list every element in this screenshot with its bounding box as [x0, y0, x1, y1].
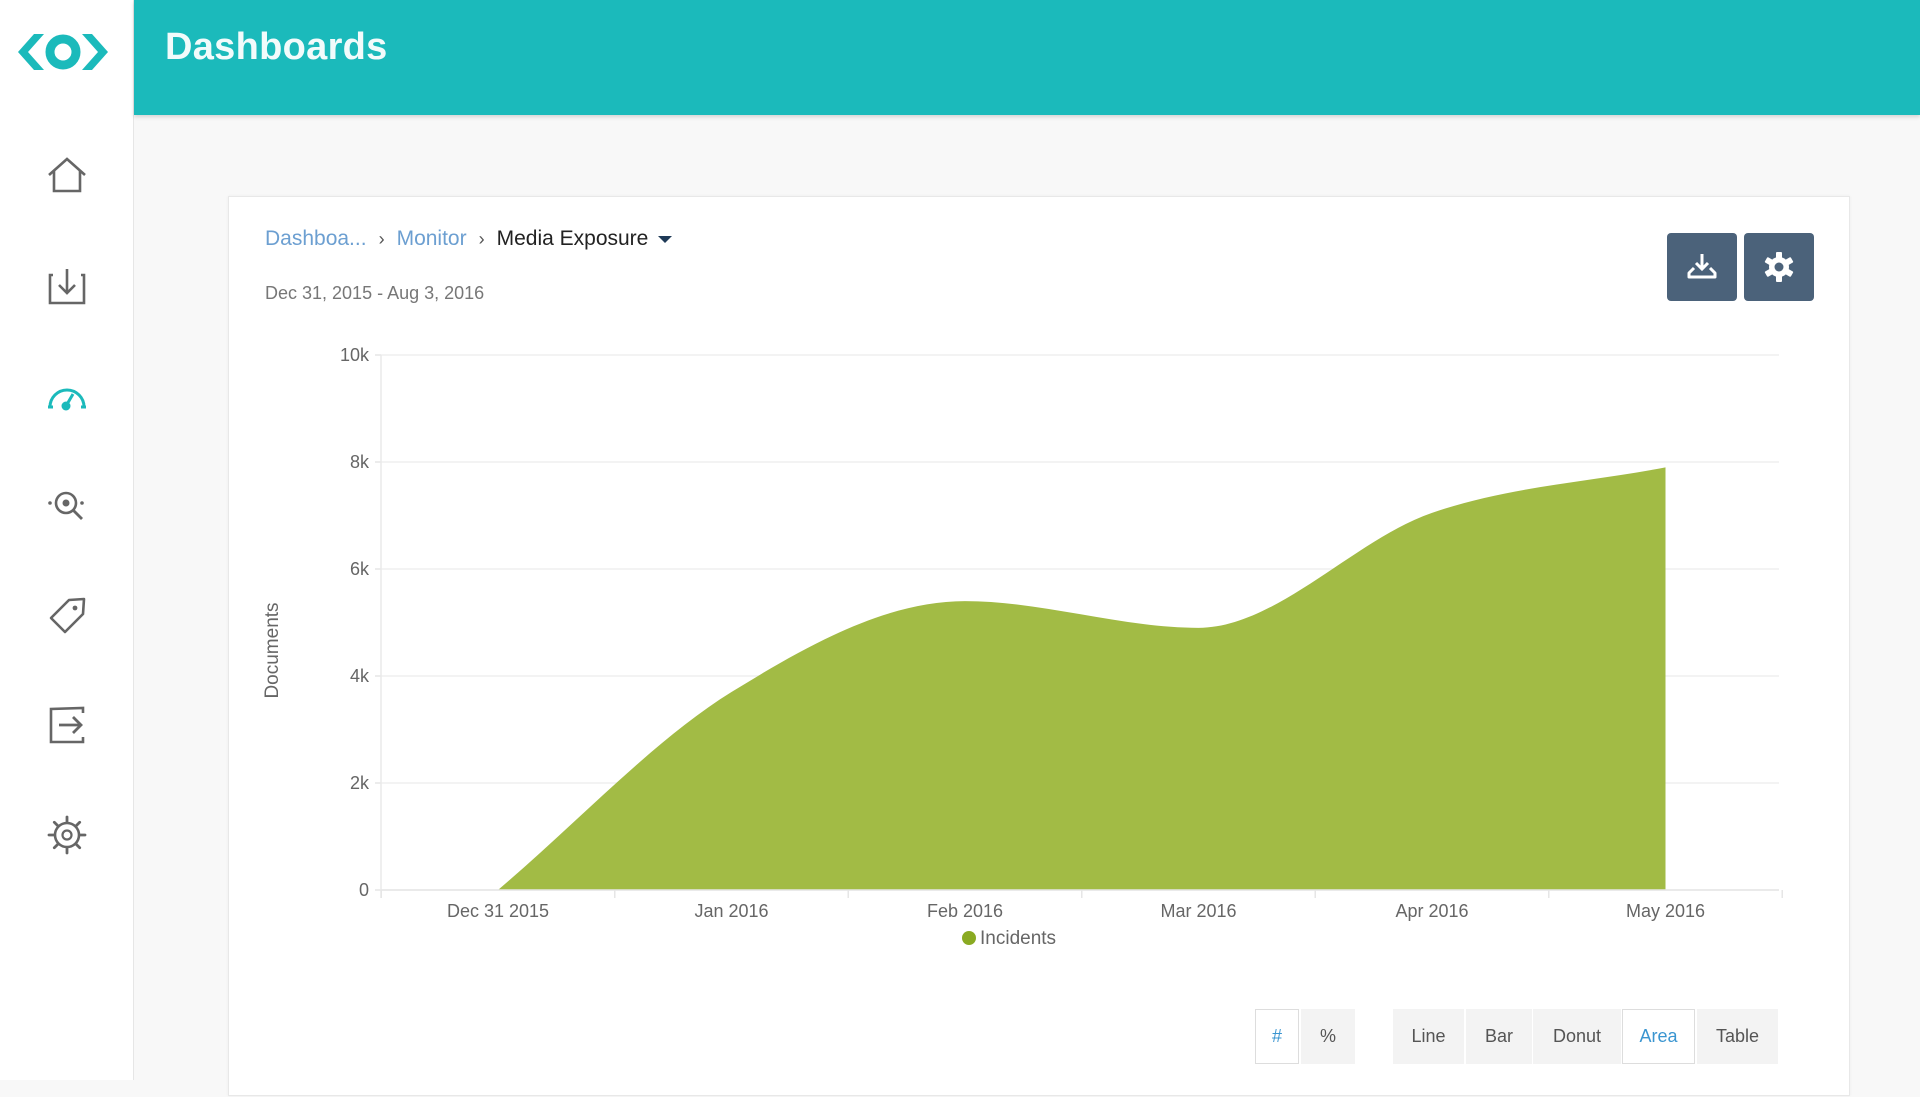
gauge-icon — [48, 388, 86, 411]
home-icon — [48, 157, 86, 193]
x-tick-label: Feb 2016 — [927, 901, 1003, 921]
value-mode-percent-button[interactable]: % — [1301, 1009, 1355, 1064]
logo-eye-icon[interactable] — [18, 30, 108, 74]
search-scan-icon — [48, 491, 84, 520]
chart-type-line-button[interactable]: Line — [1393, 1009, 1464, 1064]
y-tick-label: 4k — [350, 666, 370, 686]
y-axis-title: Documents — [262, 602, 283, 698]
sidebar-item-inbox[interactable] — [37, 255, 97, 315]
tag-icon — [49, 597, 86, 634]
area-series-incidents — [498, 467, 1666, 890]
value-mode-count-button[interactable]: # — [1255, 1009, 1299, 1064]
legend-marker-incidents — [962, 931, 976, 945]
chart-type-area-button[interactable]: Area — [1622, 1009, 1695, 1064]
area-chart: 0 2k 4k 6k 8k 10k Documents Dec 31 2015 Jan 2016… — [262, 345, 1783, 949]
x-tick-label: Dec 31 2015 — [447, 901, 549, 921]
y-tick-label: 0 — [359, 880, 369, 900]
page-title: Dashboards — [165, 26, 388, 68]
dashboard-card: Dashboa... › Monitor › Media Exposure De… — [228, 196, 1850, 1096]
sidebar-item-search[interactable] — [37, 475, 97, 535]
inbox-download-icon — [48, 269, 86, 305]
app-header: Dashboards — [134, 0, 1920, 115]
sidebar-item-settings[interactable] — [37, 805, 97, 865]
export-icon — [49, 706, 85, 744]
chart-type-bar-button[interactable]: Bar — [1466, 1009, 1532, 1064]
y-tick-label: 2k — [350, 773, 370, 793]
y-tick-label: 8k — [350, 452, 370, 472]
x-tick-label: May 2016 — [1626, 901, 1705, 921]
sidebar-item-home[interactable] — [37, 145, 97, 205]
sidebar-item-export[interactable] — [37, 695, 97, 755]
gear-icon — [47, 815, 87, 855]
x-tick-label: Mar 2016 — [1160, 901, 1236, 921]
sidebar — [0, 0, 134, 1080]
sidebar-item-dashboards[interactable] — [37, 365, 97, 425]
sidebar-item-tags[interactable] — [37, 585, 97, 645]
x-tick-label: Apr 2016 — [1395, 901, 1468, 921]
y-tick-label: 6k — [350, 559, 370, 579]
legend-label-incidents: Incidents — [980, 928, 1056, 949]
chart-type-donut-button[interactable]: Donut — [1533, 1009, 1621, 1064]
chart-type-table-button[interactable]: Table — [1697, 1009, 1778, 1064]
x-tick-label: Jan 2016 — [694, 901, 768, 921]
y-tick-label: 10k — [340, 345, 370, 365]
